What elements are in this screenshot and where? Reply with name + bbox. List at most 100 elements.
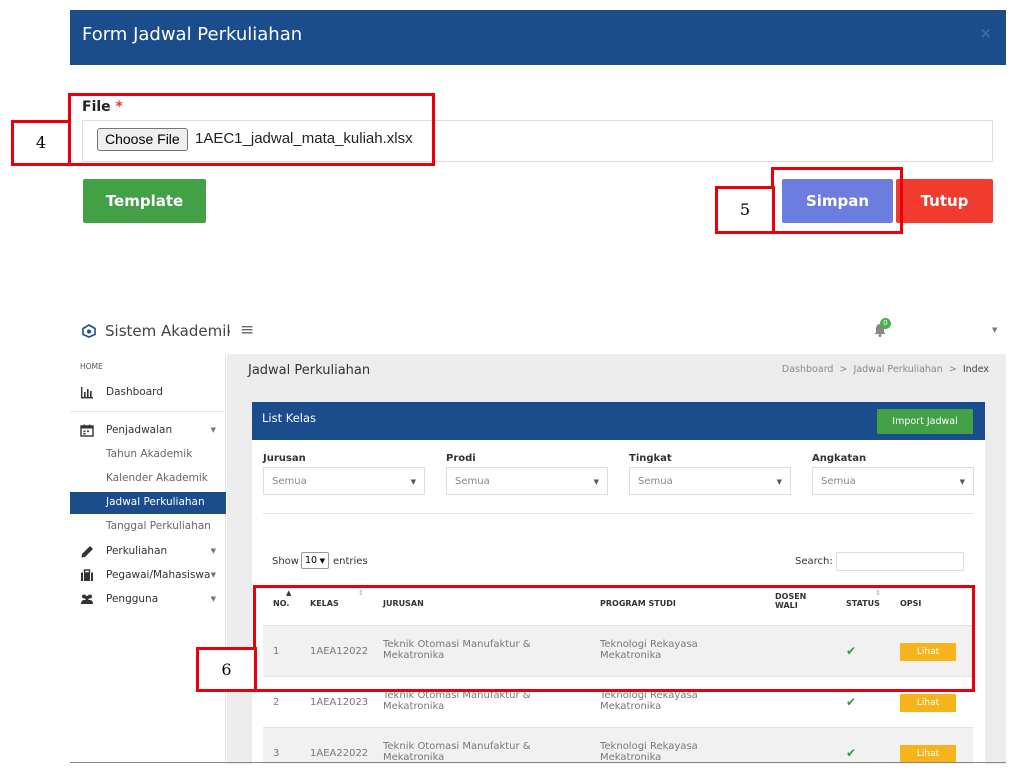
logo-icon: [82, 324, 96, 338]
cell-program-studi: Teknologi Rekayasa Mekatronika: [600, 690, 698, 712]
sidebar-item-pegawai-mahasiswa[interactable]: Pegawai/Mahasiswa ▼: [70, 565, 226, 587]
cell-prodi-line2: Mekatronika: [600, 701, 662, 712]
sidebar-item-penjadwalan[interactable]: Penjadwalan ▼: [70, 420, 226, 442]
table-row[interactable]: 3 1AEA22022 Teknik Otomasi Manufaktur & M…: [263, 728, 973, 764]
cell-prodi-line1: Teknologi Rekayasa: [600, 741, 698, 752]
filter-select-jurusan[interactable]: Semua ▼: [263, 467, 425, 495]
cell-kelas: 1AEA22022: [310, 748, 369, 759]
sidebar-subitem-kalender-akademik[interactable]: Kalender Akademik: [70, 468, 226, 490]
notification-badge: 0: [880, 318, 891, 329]
chevron-down-icon: ▼: [210, 547, 216, 555]
breadcrumb-separator: >: [948, 364, 957, 375]
filter-select-prodi[interactable]: Semua ▼: [446, 467, 608, 495]
chevron-down-icon: ▼: [319, 557, 325, 565]
briefcase-icon: [81, 569, 93, 581]
sidebar-subitem-label: Tanggal Perkuliahan: [106, 520, 211, 532]
filter-label-tingkat: Tingkat: [629, 453, 672, 464]
sidebar-item-dashboard[interactable]: Dashboard: [70, 382, 226, 404]
main-content: Jadwal Perkuliahan Dashboard > Jadwal Pe…: [227, 354, 1006, 764]
sidebar-item-perkuliahan[interactable]: Perkuliahan ▼: [70, 541, 226, 563]
chevron-down-icon: ▼: [959, 478, 965, 486]
breadcrumb: Dashboard > Jadwal Perkuliahan > Index: [782, 364, 989, 375]
filter-value: Semua: [638, 476, 673, 487]
breadcrumb-item-jadwal[interactable]: Jadwal Perkuliahan: [854, 364, 943, 375]
cell-program-studi: Teknologi Rekayasa Mekatronika: [600, 741, 698, 763]
chevron-down-icon: ▼: [210, 595, 216, 603]
cell-jurusan-line2: Mekatronika: [383, 701, 445, 712]
cell-kelas: 1AEA12023: [310, 697, 369, 708]
check-icon: ✔: [846, 695, 857, 709]
card-title: List Kelas: [262, 411, 317, 425]
user-menu-chevron-down-icon[interactable]: ▼: [992, 326, 997, 334]
cell-jurusan: Teknik Otomasi Manufaktur & Mekatronika: [383, 690, 531, 712]
annotation-box-4: [68, 93, 435, 166]
chevron-down-icon: ▼: [593, 478, 599, 486]
cell-no: 2: [273, 697, 280, 708]
template-button[interactable]: Template: [83, 179, 206, 223]
filter-select-tingkat[interactable]: Semua ▼: [629, 467, 791, 495]
breadcrumb-item-dashboard[interactable]: Dashboard: [782, 364, 834, 375]
chevron-down-icon: ▼: [210, 426, 216, 434]
list-kelas-card: List Kelas Import Jadwal Jurusan Semua ▼ …: [252, 402, 985, 764]
sidebar-item-pengguna[interactable]: Pengguna ▼: [70, 589, 226, 611]
entries-label: entries: [333, 556, 368, 567]
lihat-button[interactable]: Lihat: [900, 745, 956, 763]
filter-value: Semua: [272, 476, 307, 487]
filter-label-prodi: Prodi: [446, 453, 476, 464]
show-label: Show: [272, 556, 299, 567]
annotation-label-6: 6: [196, 647, 257, 692]
filter-label-jurusan: Jurusan: [263, 453, 306, 464]
cell-jurusan: Teknik Otomasi Manufaktur & Mekatronika: [383, 741, 531, 763]
search-label: Search:: [795, 556, 833, 567]
close-button[interactable]: Tutup: [896, 179, 993, 223]
check-icon: ✔: [846, 746, 857, 760]
card-header: List Kelas Import Jadwal: [252, 402, 985, 440]
users-icon: [81, 594, 93, 604]
brand-name: Sistem Akademik: [105, 322, 230, 340]
sidebar-item-label: Perkuliahan: [106, 545, 168, 557]
hamburger-icon[interactable]: ≡: [240, 320, 254, 340]
breadcrumb-separator: >: [839, 364, 848, 375]
close-icon[interactable]: ×: [979, 24, 992, 42]
sidebar-subitem-label: Kalender Akademik: [106, 472, 208, 484]
modal-title: Form Jadwal Perkuliahan: [82, 24, 303, 45]
annotation-box-5: [771, 167, 903, 234]
annotation-box-6: [253, 585, 975, 692]
sidebar-section-home: HOME: [80, 362, 103, 371]
filter-label-angkatan: Angkatan: [812, 453, 867, 464]
chevron-down-icon: ▼: [210, 571, 216, 579]
filter-value: Semua: [455, 476, 490, 487]
sidebar-subitem-label: Tahun Akademik: [106, 448, 193, 460]
divider: [263, 513, 973, 514]
calendar-icon: [80, 424, 94, 437]
sidebar-subitem-tanggal-perkuliahan[interactable]: Tanggal Perkuliahan: [70, 516, 226, 538]
filter-value: Semua: [821, 476, 856, 487]
sidebar-subitem-tahun-akademik[interactable]: Tahun Akademik: [70, 444, 226, 466]
sidebar-item-label: Dashboard: [106, 386, 163, 398]
filter-select-angkatan[interactable]: Semua ▼: [812, 467, 974, 495]
annotation-label-4: 4: [11, 120, 71, 166]
annotation-label-5: 5: [715, 186, 775, 234]
sidebar: HOME Dashboard Penjadwalan ▼ Tahun Akade…: [70, 354, 226, 764]
pencil-icon: [81, 546, 93, 558]
search-input[interactable]: [836, 552, 964, 571]
sidebar-subitem-jadwal-perkuliahan[interactable]: Jadwal Perkuliahan: [70, 492, 226, 514]
entries-value: 10: [305, 555, 318, 566]
breadcrumb-item-index: Index: [962, 364, 989, 375]
sidebar-divider: [70, 411, 226, 412]
chevron-down-icon: ▼: [776, 478, 782, 486]
chevron-down-icon: ▼: [410, 478, 416, 486]
entries-per-page-select[interactable]: 10 ▼: [301, 552, 329, 569]
bottom-border: [70, 762, 1006, 763]
top-navbar: Sistem Akademik ≡ 0 ▼: [70, 312, 1006, 354]
sidebar-item-label: Pengguna: [106, 593, 159, 605]
sidebar-item-label: Penjadwalan: [106, 424, 173, 436]
import-jadwal-button[interactable]: Import Jadwal: [877, 409, 973, 434]
bar-chart-icon: [81, 387, 93, 399]
cell-no: 3: [273, 748, 280, 759]
cell-jurusan-line1: Teknik Otomasi Manufaktur &: [383, 741, 531, 752]
sidebar-subitem-label: Jadwal Perkuliahan: [106, 496, 205, 508]
lihat-button[interactable]: Lihat: [900, 694, 956, 712]
page-title: Jadwal Perkuliahan: [248, 363, 371, 378]
modal-header: Form Jadwal Perkuliahan ×: [70, 10, 1006, 65]
